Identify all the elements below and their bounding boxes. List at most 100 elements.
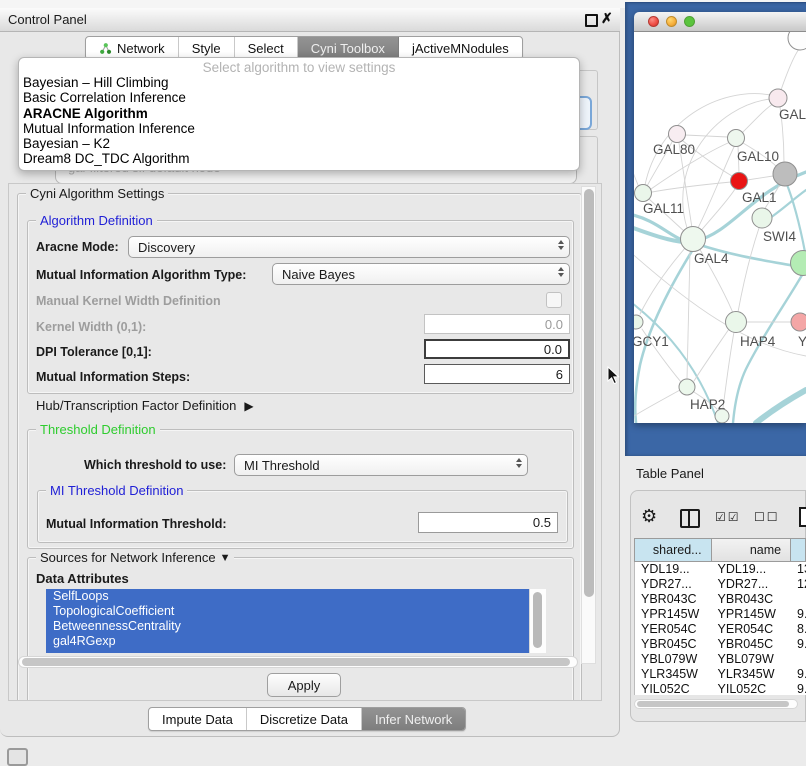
table-hscrollbar-thumb[interactable] [637, 701, 789, 707]
close-window-icon[interactable] [648, 16, 659, 27]
table-row[interactable]: YIL052CYIL052C9. [635, 682, 806, 695]
kernel-width-label: Kernel Width (0,1): [36, 320, 146, 334]
zoom-window-icon[interactable] [684, 16, 695, 27]
table-cell: YER054C [712, 622, 792, 637]
network-node-hap2[interactable] [679, 379, 695, 395]
float-panel-icon[interactable] [585, 14, 598, 27]
columns-icon[interactable] [680, 509, 700, 528]
table-header-row: shared...name [634, 538, 806, 562]
mi-steps-field[interactable]: 6 [424, 364, 570, 384]
hub-definition-expander[interactable]: Hub/Transcription Factor Definition ▶ [36, 398, 254, 413]
table-row[interactable]: YLR345WYLR345W9. [635, 667, 806, 682]
network-node-gal11[interactable] [635, 185, 652, 202]
table-cell: YDR27... [712, 577, 792, 592]
manual-kernel-checkbox[interactable] [546, 292, 562, 308]
dpi-tolerance-field[interactable]: 0.0 [424, 339, 570, 359]
tab-cyni-toolbox-label: Cyni Toolbox [311, 41, 385, 56]
network-node-gal[interactable] [769, 89, 787, 107]
table-toolbar-icon-fragment[interactable] [799, 507, 806, 527]
network-node-y[interactable] [791, 313, 806, 331]
table-row[interactable]: YER054CYER054C8. [635, 622, 806, 637]
network-window-titlebar[interactable] [634, 12, 806, 32]
tab-select[interactable]: Select [235, 37, 298, 59]
settings-vscrollbar-thumb[interactable] [584, 189, 594, 597]
tab-cyni-toolbox[interactable]: Cyni Toolbox [298, 37, 399, 59]
table-cell: 9. [791, 637, 806, 652]
aracne-mode-combo[interactable]: Discovery [128, 236, 570, 258]
apply-button[interactable]: Apply [267, 673, 341, 697]
mi-threshold-field[interactable]: 0.5 [418, 512, 558, 533]
network-edge [738, 228, 759, 312]
which-threshold-combo[interactable]: MI Threshold [234, 454, 528, 476]
table-row[interactable]: YBR043CYBR043C [635, 592, 806, 607]
table-cell: YDR27... [635, 577, 712, 592]
algorithm-option-bayesian-hill-climbing[interactable]: Bayesian – Hill Climbing [19, 75, 579, 90]
bottom-tab-bar: Impute DataDiscretize DataInfer Network [148, 707, 466, 731]
network-node-gcy1[interactable] [634, 315, 643, 329]
which-threshold-value: MI Threshold [244, 458, 320, 473]
tab-style[interactable]: Style [179, 37, 235, 59]
attribute-item-selfloops[interactable]: SelfLoops [46, 589, 546, 604]
table-row[interactable]: YPR145WYPR145W9. [635, 607, 806, 622]
data-attributes-list[interactable]: SelfLoopsTopologicalCoefficientBetweenne… [46, 589, 546, 653]
tab-infer-network[interactable]: Infer Network [362, 708, 465, 730]
minimize-window-icon[interactable] [666, 16, 677, 27]
gear-icon[interactable]: ⚙ [641, 506, 657, 527]
table-cell: YBL079W [635, 652, 712, 667]
table-row[interactable]: YDR27...YDR27...12 [635, 577, 806, 592]
select-all-columns-icon[interactable]: ☑☑ [715, 510, 741, 524]
network-node-gal10[interactable] [728, 130, 745, 147]
cyni-algorithm-settings-title: Cyni Algorithm Settings [26, 186, 168, 201]
table-row[interactable]: YBL079WYBL079W [635, 652, 806, 667]
algorithm-option-mutual-information-inference[interactable]: Mutual Information Inference [19, 121, 579, 136]
table-panel-title: Table Panel [636, 466, 704, 481]
attributes-scrollbar-thumb[interactable] [533, 592, 542, 648]
tab-jactivemnodules[interactable]: jActiveMNodules [399, 37, 522, 59]
algorithm-option-bayesian-k2[interactable]: Bayesian – K2 [19, 136, 579, 151]
node-label-gal11: GAL11 [643, 201, 684, 216]
column-header-2[interactable] [791, 539, 806, 561]
column-header-name[interactable]: name [712, 539, 792, 561]
network-canvas[interactable]: GALGAL80GAL10GAL1GAL11SWI4GAL4HAP4YGCY1H… [634, 32, 806, 423]
table-cell: YLR345W [635, 667, 712, 682]
attribute-item-topologicalcoefficient[interactable]: TopologicalCoefficient [46, 604, 546, 619]
table-body[interactable]: YDL19...YDL19...13YDR27...YDR27...12YBR0… [634, 562, 806, 695]
sources-title: Sources for Network Inference ▼ [36, 550, 234, 565]
combo-arrows-icon [558, 240, 564, 250]
deselect-all-columns-icon[interactable]: ☐☐ [754, 510, 780, 524]
settings-hscrollbar-thumb[interactable] [22, 658, 570, 666]
algorithm-option-dream8-dc-tdc-algorithm[interactable]: Dream8 DC_TDC Algorithm [19, 151, 579, 166]
close-icon[interactable]: ✗ [601, 10, 613, 27]
network-node[interactable] [788, 32, 806, 50]
node-label-gal4: GAL4 [694, 251, 729, 266]
network-node-gal1[interactable] [731, 173, 748, 190]
table-cell [791, 652, 806, 667]
network-node[interactable] [715, 409, 729, 423]
network-node-gal4[interactable] [681, 227, 706, 252]
table-row[interactable]: YBR045CYBR045C9. [635, 637, 806, 652]
network-graph[interactable]: GALGAL80GAL10GAL1GAL11SWI4GAL4HAP4YGCY1H… [634, 32, 806, 423]
network-node-hap4[interactable] [726, 312, 747, 333]
column-header-shared[interactable]: shared... [635, 539, 712, 561]
node-label-y: Y [798, 334, 806, 349]
attribute-item-betweennesscentrality[interactable]: BetweennessCentrality [46, 619, 546, 634]
node-label-gal80: GAL80 [653, 142, 695, 157]
mi-algorithm-type-combo[interactable]: Naive Bayes [272, 263, 570, 285]
table-row[interactable]: YDL19...YDL19...13 [635, 562, 806, 577]
algorithm-option-aracne-algorithm[interactable]: ARACNE Algorithm [19, 106, 579, 121]
attribute-item-gal4rgexp[interactable]: gal4RGexp [46, 634, 546, 649]
network-node-gal80[interactable] [669, 126, 686, 143]
node-label-hap4: HAP4 [740, 334, 776, 349]
network-edge [687, 251, 690, 379]
algorithm-option-basic-correlation-inference[interactable]: Basic Correlation Inference [19, 90, 579, 105]
algorithm-definition-title: Algorithm Definition [36, 213, 157, 228]
network-node[interactable] [773, 162, 797, 186]
collapse-arrow-icon[interactable]: ▼ [220, 552, 231, 564]
tab-impute-data[interactable]: Impute Data [149, 708, 247, 730]
network-node[interactable] [791, 251, 806, 276]
network-edge [645, 94, 771, 185]
table-cell: YPR145W [635, 607, 712, 622]
tab-discretize-data[interactable]: Discretize Data [247, 708, 362, 730]
network-node-swi4[interactable] [752, 208, 772, 228]
tab-network[interactable]: Network [86, 37, 179, 59]
